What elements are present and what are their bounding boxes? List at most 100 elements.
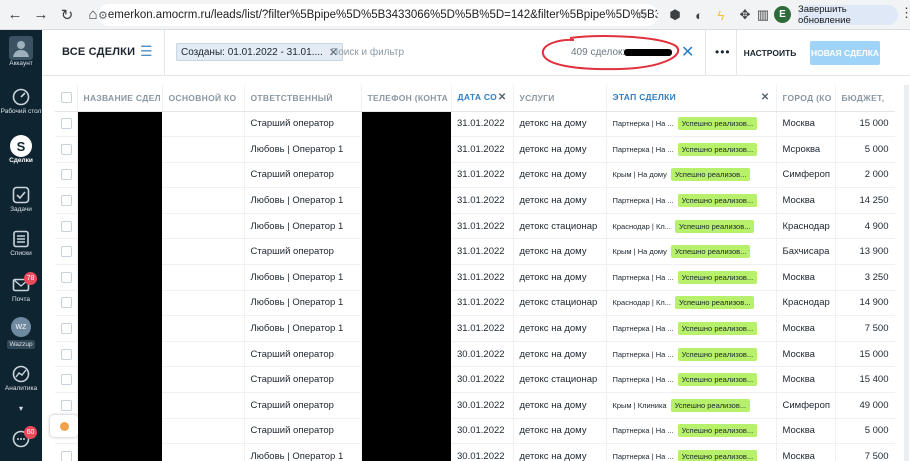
stage-cell[interactable]: Партнерка | На ... Успешно реализов... bbox=[606, 443, 777, 461]
row-checkbox[interactable] bbox=[55, 238, 78, 266]
responsible-cell[interactable]: Старший оператор bbox=[244, 366, 362, 394]
table-row[interactable]: Любовь | Оператор 1 31.01.2022 детокс на д… bbox=[55, 136, 895, 163]
reload-icon[interactable]: ↻ bbox=[56, 4, 78, 26]
stage-cell[interactable]: Партнерка | На ... Успешно реализов... bbox=[606, 315, 777, 342]
translate-icon[interactable]: ◐ bbox=[688, 4, 710, 26]
stage-cell[interactable]: Крым | На дому Успешно реализов... bbox=[606, 162, 777, 189]
stage-cell[interactable]: Краснодар | Кл... Успешно реализов... bbox=[606, 290, 777, 317]
responsible-cell[interactable]: Любовь | Оператор 1 bbox=[244, 290, 362, 317]
responsible-cell[interactable]: Любовь | Оператор 1 bbox=[244, 315, 362, 342]
row-checkbox[interactable] bbox=[55, 111, 78, 138]
select-all-checkbox[interactable] bbox=[55, 85, 78, 112]
column-header[interactable]: ГОРОД (КО bbox=[776, 85, 836, 112]
search-input[interactable]: Поиск и фильтр bbox=[331, 47, 404, 58]
responsible-cell[interactable]: Старший оператор bbox=[244, 418, 362, 445]
table-row[interactable]: Старший оператор 30.01.2022 детокс на дому… bbox=[55, 418, 895, 445]
more-actions-button[interactable]: ••• bbox=[715, 45, 731, 59]
table-row[interactable]: Любовь | Оператор 1 31.01.2022 детокс на д… bbox=[55, 315, 895, 342]
responsible-cell[interactable]: Старший оператор bbox=[244, 162, 362, 189]
responsible-cell[interactable]: Любовь | Оператор 1 bbox=[244, 213, 362, 240]
sidebar-item-tasks[interactable]: Задачи bbox=[0, 184, 42, 213]
table-row[interactable]: Старший оператор 31.01.2022 детокс на дому… bbox=[55, 111, 895, 138]
profile-avatar[interactable]: E bbox=[774, 6, 791, 23]
table-row[interactable]: Старший оператор 30.01.2022 детокс на дому… bbox=[55, 341, 895, 368]
close-search-icon[interactable]: ✕ bbox=[681, 42, 694, 62]
sidebar-item-dashboard[interactable]: Рабочий стол bbox=[0, 86, 42, 116]
responsible-cell[interactable]: Старший оператор bbox=[244, 111, 362, 138]
back-icon[interactable]: ← bbox=[4, 4, 26, 26]
row-checkbox[interactable] bbox=[55, 315, 78, 342]
responsible-cell[interactable]: Любовь | Оператор 1 bbox=[244, 136, 362, 163]
column-header-stage[interactable]: ЭТАП СДЕЛКИ ✕ bbox=[606, 85, 777, 112]
stage-cell[interactable]: Партнерка | На ... Успешно реализов... bbox=[606, 111, 777, 138]
responsible-cell[interactable]: Любовь | Оператор 1 bbox=[244, 443, 362, 461]
sidebar-item-analytics[interactable]: Аналитика bbox=[0, 363, 42, 392]
row-checkbox[interactable] bbox=[55, 213, 78, 240]
browser-menu-icon[interactable]: ⋮ bbox=[900, 5, 910, 21]
date-filter-chip[interactable]: Созданы: 01.01.2022 - 31.01.... ✕ bbox=[176, 43, 343, 61]
sidebar-item-deals[interactable]: S Сделки bbox=[0, 135, 42, 164]
table-row[interactable]: Старший оператор 30.01.2022 детокс стацион… bbox=[55, 366, 895, 394]
stage-cell[interactable]: Партнерка | На ... Успешно реализов... bbox=[606, 341, 777, 368]
sidebar-item-lists[interactable]: Списки bbox=[0, 228, 42, 257]
row-checkbox[interactable] bbox=[55, 187, 78, 214]
sidebar-item-wazzup[interactable]: WZ Wazzup bbox=[0, 317, 42, 349]
responsible-cell[interactable]: Любовь | Оператор 1 bbox=[244, 187, 362, 214]
scrollbar[interactable] bbox=[904, 85, 909, 461]
responsible-cell[interactable]: Старший оператор bbox=[244, 341, 362, 368]
lightning-extension-icon[interactable]: ϟ bbox=[710, 4, 732, 26]
column-header[interactable]: ТЕЛЕФОН (КОНТА bbox=[361, 85, 452, 112]
remove-sort-icon[interactable]: ✕ bbox=[761, 92, 770, 103]
finish-update-button[interactable]: Завершить обновление bbox=[798, 4, 898, 26]
table-row[interactable]: Старший оператор 30.01.2022 детокс на дому… bbox=[55, 392, 895, 419]
extension-icon[interactable]: ⬢ bbox=[664, 4, 686, 26]
site-info-icon[interactable]: ⚙ bbox=[98, 9, 108, 22]
stage-cell[interactable]: Краснодар | Кл... Успешно реализов... bbox=[606, 213, 777, 240]
stage-cell[interactable]: Партнерка | На ... Успешно реализов... bbox=[606, 187, 777, 214]
table-row[interactable]: Любовь | Оператор 1 31.01.2022 детокс стац… bbox=[55, 290, 895, 317]
column-header[interactable]: НАЗВАНИЕ СДЕЛ bbox=[77, 85, 163, 112]
side-panel-icon[interactable]: ▥ bbox=[752, 4, 774, 26]
stage-cell[interactable]: Крым | Клиника Успешно реализов... bbox=[606, 392, 777, 419]
table-row[interactable]: Старший оператор 31.01.2022 детокс на дому… bbox=[55, 162, 895, 189]
column-header[interactable]: ОСНОВНОЙ КО bbox=[162, 85, 245, 112]
stage-cell[interactable]: Партнерка | На ... Успешно реализов... bbox=[606, 264, 777, 291]
service-cell: детокс на дому bbox=[513, 418, 607, 445]
bookmark-star-icon[interactable]: ☆ bbox=[635, 6, 648, 23]
row-checkbox[interactable] bbox=[55, 264, 78, 291]
sidebar-item-mail[interactable]: 78 Почта bbox=[0, 272, 42, 303]
row-checkbox[interactable] bbox=[55, 341, 78, 368]
new-deal-button[interactable]: НОВАЯ СДЕЛКА bbox=[810, 41, 880, 65]
row-checkbox[interactable] bbox=[55, 366, 78, 394]
column-header-date[interactable]: ДАТА СО ✕ bbox=[451, 85, 514, 112]
sidebar-item-account[interactable]: Аккаунт bbox=[0, 36, 42, 67]
forward-icon[interactable]: → bbox=[30, 4, 52, 26]
column-header[interactable]: БЮДЖЕТ, bbox=[835, 85, 895, 112]
row-checkbox[interactable] bbox=[55, 443, 78, 461]
row-checkbox[interactable] bbox=[55, 162, 78, 189]
column-header[interactable]: ОТВЕТСТВЕННЫЙ bbox=[244, 85, 362, 112]
row-checkbox[interactable] bbox=[55, 290, 78, 317]
table-row[interactable]: Любовь | Оператор 1 30.01.2022 детокс на д… bbox=[55, 443, 895, 461]
stage-cell[interactable]: Партнерка | На ... Успешно реализов... bbox=[606, 366, 777, 394]
table-row[interactable]: Старший оператор 31.01.2022 детокс на дому… bbox=[55, 238, 895, 266]
sidebar-expand-icon[interactable]: ▾ bbox=[0, 404, 42, 413]
column-header[interactable]: УСЛУГИ bbox=[513, 85, 607, 112]
chat-widget-button[interactable] bbox=[50, 415, 78, 437]
responsible-cell[interactable]: Старший оператор bbox=[244, 392, 362, 419]
sidebar-item-chat[interactable]: 60 bbox=[0, 426, 42, 450]
setup-button[interactable]: НАСТРОИТЬ bbox=[742, 42, 798, 64]
stage-cell[interactable]: Крым | На дому Успешно реализов... bbox=[606, 238, 777, 266]
table-row[interactable]: Любовь | Оператор 1 31.01.2022 детокс на д… bbox=[55, 264, 895, 291]
row-checkbox[interactable] bbox=[55, 136, 78, 163]
table-row[interactable]: Любовь | Оператор 1 31.01.2022 детокс на д… bbox=[55, 187, 895, 214]
menu-icon[interactable]: ☰ bbox=[140, 43, 153, 60]
stage-cell[interactable]: Партнерка | На ... Успешно реализов... bbox=[606, 418, 777, 445]
responsible-cell[interactable]: Любовь | Оператор 1 bbox=[244, 264, 362, 291]
stage-cell[interactable]: Партнерка | На ... Успешно реализов... bbox=[606, 136, 777, 163]
main-contact-cell bbox=[162, 290, 245, 317]
table-row[interactable]: Любовь | Оператор 1 31.01.2022 детокс стац… bbox=[55, 213, 895, 240]
address-bar[interactable]: ⚙ emerkon.amocrm.ru/leads/list/?filter%5… bbox=[98, 4, 658, 26]
responsible-cell[interactable]: Старший оператор bbox=[244, 238, 362, 266]
remove-sort-icon[interactable]: ✕ bbox=[498, 92, 507, 103]
